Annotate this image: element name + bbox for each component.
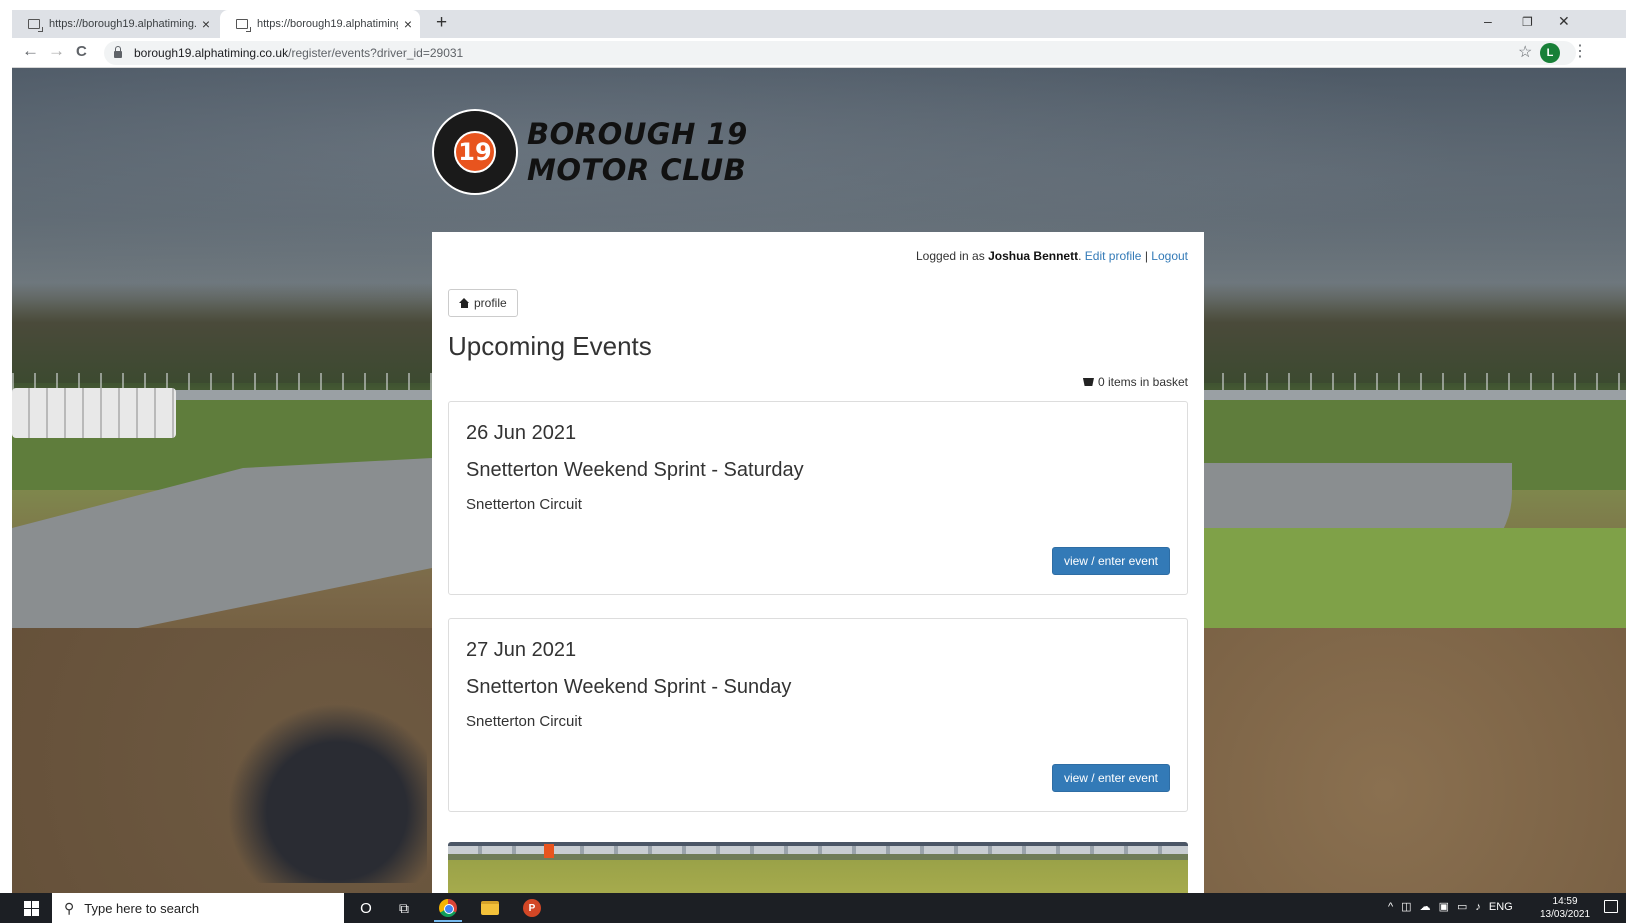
chrome-icon (439, 899, 457, 917)
lock-icon (114, 46, 122, 58)
login-status: Logged in as Joshua Bennett. Edit profil… (916, 249, 1188, 263)
view-enter-event-button[interactable]: view / enter event (1051, 764, 1170, 792)
profile-button-label: profile (474, 296, 507, 310)
club-logo-text: BOROUGH 19 MOTOR CLUB (527, 116, 748, 188)
image-rail (448, 846, 1188, 854)
link-separator: | (1144, 249, 1148, 263)
page-favicon-icon (236, 19, 251, 32)
volume-icon[interactable]: ♪ (1475, 901, 1481, 913)
page-favicon-icon (28, 19, 43, 32)
url-path: /register/events?driver_id=29031 (288, 46, 464, 60)
user-name: Joshua Bennett (988, 249, 1079, 263)
folder-icon (481, 901, 499, 915)
club-logo-badge: 19 (432, 109, 518, 195)
event-card: 26 Jun 2021 Snetterton Weekend Sprint - … (448, 401, 1188, 595)
content-panel: Logged in as Joshua Bennett. Edit profil… (432, 232, 1204, 893)
windows-start-icon[interactable] (24, 901, 39, 916)
logout-link[interactable]: Logout (1151, 249, 1188, 263)
tab-title: https://borough19.alphatiming.c (257, 18, 398, 30)
login-dot: . (1078, 249, 1082, 263)
active-app-indicator (434, 920, 462, 922)
reload-icon[interactable]: C (76, 43, 87, 60)
logo-number: 19 (454, 131, 496, 173)
search-icon: ⚲ (64, 899, 75, 916)
browser-toolbar: ← → C borough19.alphatiming.co.uk/regist… (12, 38, 1626, 68)
event-name: Snetterton Weekend Sprint - Saturday (466, 459, 804, 481)
window-left-edge (0, 0, 12, 893)
view-enter-event-button[interactable]: view / enter event (1051, 547, 1170, 575)
event-venue: Snetterton Circuit (466, 496, 582, 513)
tab-close-icon[interactable]: × (202, 16, 210, 32)
page-title: Upcoming Events (448, 331, 652, 361)
browser-tab-1[interactable]: https://borough19.alphatiming.c × (12, 10, 218, 38)
taskbar-search-box[interactable]: ⚲ Type here to search (52, 893, 344, 923)
explorer-taskbar-item[interactable] (480, 899, 500, 917)
meet-now-icon[interactable]: ◫ (1401, 900, 1411, 913)
login-prefix: Logged in as (916, 249, 985, 263)
powerpoint-icon: P (523, 899, 541, 917)
background-tyre-wall (12, 388, 176, 438)
profile-button[interactable]: profile (448, 289, 518, 317)
notification-center-icon[interactable] (1604, 900, 1618, 913)
background-car (227, 703, 427, 883)
restore-button[interactable]: ❐ (1522, 15, 1533, 29)
storage-icon[interactable]: ▣ (1439, 900, 1449, 913)
language-indicator[interactable]: ENG (1489, 901, 1513, 913)
home-icon (459, 298, 470, 308)
system-clock[interactable]: 14:59 13/03/2021 (1540, 895, 1590, 921)
browser-menu-icon[interactable]: ⋮ (1572, 41, 1588, 61)
clock-date: 13/03/2021 (1540, 909, 1591, 920)
system-tray: ^ ◫ ☁ ▣ ▭ ♪ ENG (1388, 900, 1513, 914)
page-viewport: 19 BOROUGH 19 MOTOR CLUB Logged in as Jo… (12, 68, 1626, 893)
task-view-icon[interactable]: ⧉ (394, 899, 414, 917)
windows-taskbar: ⚲ Type here to search O ⧉ P ^ ◫ ☁ ▣ ▭ ♪ … (0, 893, 1626, 923)
tab-close-icon[interactable]: × (404, 16, 412, 32)
event-date: 26 Jun 2021 (466, 422, 577, 444)
event-card: 27 Jun 2021 Snetterton Weekend Sprint - … (448, 618, 1188, 812)
clock-time: 14:59 (1552, 896, 1578, 907)
browser-tab-bar: https://borough19.alphatiming.c × https:… (12, 10, 1626, 38)
browser-tab-2-active[interactable]: https://borough19.alphatiming.c × (220, 10, 420, 38)
image-marker (544, 844, 554, 858)
new-tab-button[interactable]: + (436, 12, 447, 34)
tab-title: https://borough19.alphatiming.c (49, 18, 196, 30)
shopping-cart-icon (1082, 378, 1094, 386)
event-name: Snetterton Weekend Sprint - Sunday (466, 676, 792, 698)
taskbar-search-placeholder: Type here to search (84, 900, 200, 916)
edit-profile-link[interactable]: Edit profile (1085, 249, 1142, 263)
logo-line-1: BOROUGH 19 (527, 117, 748, 151)
forward-arrow-icon[interactable]: → (48, 41, 65, 61)
minimize-button[interactable]: – (1484, 13, 1492, 29)
event-venue: Snetterton Circuit (466, 713, 582, 730)
network-icon[interactable]: ▭ (1457, 900, 1467, 913)
back-arrow-icon[interactable]: ← (22, 41, 39, 61)
basket-text: 0 items in basket (1097, 375, 1188, 389)
powerpoint-taskbar-item[interactable]: P (522, 899, 542, 917)
url-host: borough19.alphatiming.co.uk (134, 46, 289, 60)
onedrive-icon[interactable]: ☁ (1420, 900, 1431, 913)
address-bar-input[interactable]: borough19.alphatiming.co.uk/register/eve… (104, 41, 1576, 65)
basket-status[interactable]: 0 items in basket (1082, 375, 1188, 389)
tray-overflow-icon[interactable]: ^ (1388, 901, 1393, 913)
profile-avatar[interactable]: L (1540, 43, 1560, 63)
close-window-button[interactable]: ✕ (1558, 13, 1570, 30)
chrome-taskbar-item[interactable] (438, 899, 458, 917)
logo-line-2: MOTOR CLUB (527, 153, 747, 187)
cortana-icon[interactable]: O (356, 899, 376, 917)
event-image (448, 842, 1188, 893)
event-date: 27 Jun 2021 (466, 639, 577, 661)
bookmark-star-icon[interactable]: ☆ (1518, 42, 1532, 62)
